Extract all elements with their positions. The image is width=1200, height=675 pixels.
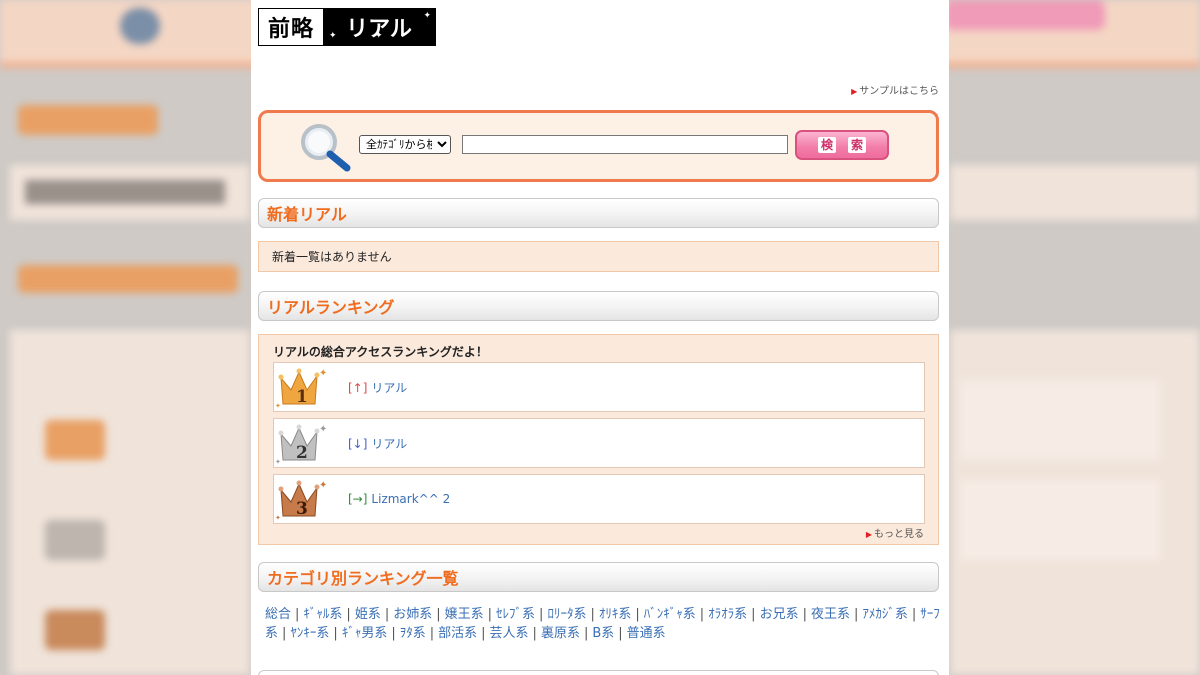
ranking-row: 3 ✦ ✦ [→] Lizmark^^ 2	[273, 474, 925, 524]
logo-left-text: 前略	[267, 17, 314, 42]
trend-arrow: [→]	[348, 492, 368, 506]
category-links: 総合 | ｷﾞｬﾙ系 | 姫系 | お姉系 | 嬢王系 | ｾﾚﾌﾞ系 | ﾛﾘｰﾀ系 | ｵﾘｷ系 | ﾊﾞﾝ…	[265, 605, 941, 643]
link-separator: |	[699, 607, 705, 622]
category-link[interactable]: お兄系	[760, 607, 799, 622]
svg-text:✦: ✦	[319, 424, 327, 435]
crown-rank-2-icon: 2 ✦ ✦	[275, 424, 327, 466]
svg-text:✦: ✦	[275, 514, 281, 522]
svg-text:✦: ✦	[275, 402, 281, 410]
category-link[interactable]: ﾛﾘｰﾀ系	[547, 607, 586, 622]
category-link[interactable]: B系	[592, 626, 614, 641]
next-section-heading	[258, 670, 939, 675]
ranking-intro: リアルの総合アクセスランキングだよ！	[273, 345, 488, 359]
ranking-entry-name: リアル	[371, 436, 408, 451]
category-link[interactable]: ｦﾀ系	[400, 626, 426, 641]
svg-text:1: 1	[296, 387, 308, 407]
category-link[interactable]: 部活系	[438, 626, 477, 641]
new-section-heading: 新着リアル	[258, 198, 939, 228]
ranking-entry-name: Lizmark^^ 2	[371, 492, 451, 506]
link-separator: |	[333, 626, 338, 641]
ranking-panel: リアルの総合アクセスランキングだよ！ 1 ✦ ✦ [↑] リアル 2 ✦ ✦ […	[258, 334, 939, 545]
link-separator: |	[282, 626, 287, 641]
search-input[interactable]	[462, 135, 788, 154]
category-select[interactable]: 全ｶﾃｺﾞﾘから検索	[359, 135, 451, 154]
category-section-title: カテゴリ別ランキング一覧	[267, 569, 459, 588]
ranking-row: 2 ✦ ✦ [↓] リアル	[273, 418, 925, 468]
link-separator: |	[481, 626, 486, 641]
category-link[interactable]: ｵﾘｷ系	[599, 607, 632, 622]
link-separator: |	[384, 607, 390, 622]
link-separator: |	[346, 607, 351, 622]
category-link[interactable]: 夜王系	[811, 607, 850, 622]
ranking-section-heading: リアルランキング	[258, 291, 939, 321]
crown-rank-1-icon: 1 ✦ ✦	[275, 368, 327, 410]
category-section-heading: カテゴリ別ランキング一覧	[258, 562, 939, 592]
svg-text:3: 3	[296, 499, 308, 519]
category-link[interactable]: 芸人系	[490, 626, 529, 641]
sample-link-label: サンプルはこちら	[859, 86, 939, 97]
trend-arrow: [↓]	[348, 436, 368, 451]
sample-link[interactable]: ▶ サンプルはこちら	[851, 82, 939, 97]
svg-text:✦: ✦	[319, 480, 327, 491]
category-link[interactable]: ｾﾚﾌﾞ系	[496, 607, 535, 622]
search-button[interactable]: 検 索	[795, 130, 889, 160]
link-separator: |	[802, 607, 807, 622]
category-link[interactable]: ｱﾒｶｼﾞ系	[862, 607, 908, 622]
more-link-label: もっと見る	[874, 529, 924, 540]
main-page: 前略 リアル ✦ ✦ ✦ ▶ サンプルはこちら 全ｶﾃｺﾞﾘから検索 検 索 新着…	[251, 0, 949, 675]
svg-text:✦: ✦	[319, 368, 327, 379]
svg-text:2: 2	[296, 443, 308, 463]
sparkle-icon: ✦	[329, 31, 337, 41]
ranking-row: 1 ✦ ✦ [↑] リアル	[273, 362, 925, 412]
triangle-right-icon: ▶	[865, 530, 872, 539]
ranking-section-title: リアルランキング	[267, 298, 395, 317]
link-separator: |	[436, 607, 441, 622]
magnifier-icon	[301, 124, 351, 172]
link-separator: |	[911, 607, 917, 622]
category-link[interactable]: ｵﾗｵﾗ系	[708, 607, 747, 622]
link-separator: |	[751, 607, 756, 622]
category-link[interactable]: お姉系	[393, 607, 432, 622]
category-link[interactable]: ﾊﾞﾝｷﾞｬ系	[644, 607, 696, 622]
new-empty-message: 新着一覧はありません	[272, 250, 392, 264]
category-link[interactable]: 普通系	[627, 626, 666, 641]
ranking-entry-link[interactable]: [↓] リアル	[348, 435, 407, 452]
ranking-entry-name: リアル	[371, 380, 408, 395]
link-separator: |	[532, 626, 537, 641]
sparkle-icon: ✦	[375, 31, 383, 41]
more-link[interactable]: ▶ もっと見る	[866, 525, 924, 540]
link-separator: |	[853, 607, 859, 622]
ranking-entry-link[interactable]: [↑] リアル	[348, 379, 407, 396]
link-separator: |	[618, 626, 623, 641]
new-empty-notice: 新着一覧はありません	[258, 241, 939, 272]
search-button-char-1: 検	[817, 137, 836, 153]
search-panel: 全ｶﾃｺﾞﾘから検索 検 索	[258, 110, 939, 182]
site-logo[interactable]: 前略 リアル ✦ ✦ ✦	[258, 8, 436, 46]
trend-arrow: [↑]	[348, 380, 368, 395]
category-link[interactable]: ｷﾞｬ男系	[342, 626, 388, 641]
category-link[interactable]: 姫系	[355, 607, 381, 622]
sparkle-icon: ✦	[423, 11, 431, 21]
search-button-char-2: 索	[848, 137, 867, 153]
crown-rank-3-icon: 3 ✦ ✦	[275, 480, 327, 522]
category-link[interactable]: 総合	[265, 607, 291, 622]
link-separator: |	[539, 607, 544, 622]
new-section-title: 新着リアル	[267, 205, 347, 224]
ranking-entry-link[interactable]: [→] Lizmark^^ 2	[348, 492, 450, 506]
link-separator: |	[487, 607, 493, 622]
link-separator: |	[391, 626, 396, 641]
svg-text:✦: ✦	[275, 458, 281, 466]
category-link[interactable]: 裏原系	[541, 626, 580, 641]
link-separator: |	[583, 626, 589, 641]
triangle-right-icon: ▶	[851, 87, 858, 96]
category-link[interactable]: 嬢王系	[445, 607, 484, 622]
link-separator: |	[295, 607, 300, 622]
category-link[interactable]: ｷﾞｬﾙ系	[303, 607, 342, 622]
link-separator: |	[429, 626, 435, 641]
link-separator: |	[590, 607, 595, 622]
category-link[interactable]: ﾔﾝｷｰ系	[290, 626, 329, 641]
logo-right-text: リアル ✦ ✦ ✦	[323, 9, 435, 45]
link-separator: |	[635, 607, 640, 622]
